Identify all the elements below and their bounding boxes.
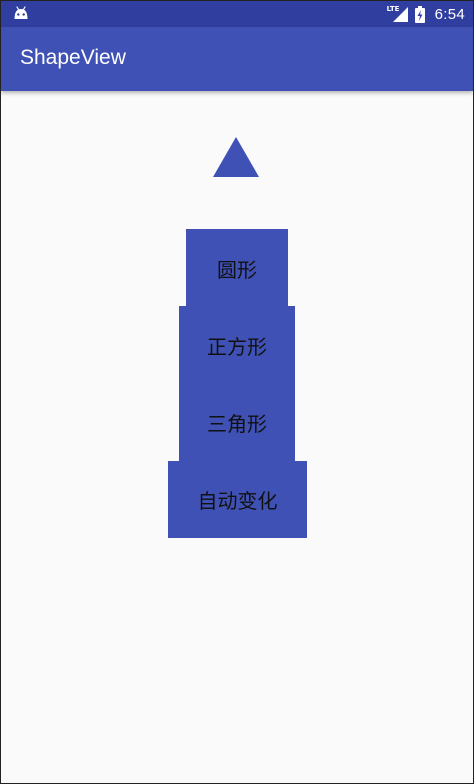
app-bar: ShapeView	[1, 27, 473, 91]
android-icon	[14, 6, 28, 19]
battery-charging-icon	[414, 5, 425, 23]
status-bar: LTE 6:54	[1, 1, 473, 27]
status-time: 6:54	[434, 5, 465, 23]
app-screen: LTE 6:54 ShapeView 圆形 正方形 三角形 自动变化	[0, 0, 474, 784]
square-button[interactable]: 正方形	[179, 306, 295, 384]
app-title: ShapeView	[20, 46, 126, 69]
circle-button[interactable]: 圆形	[186, 229, 288, 307]
lte-signal-icon: LTE	[387, 5, 409, 23]
triangle-button[interactable]: 三角形	[179, 383, 295, 462]
auto-change-button[interactable]: 自动变化	[168, 461, 307, 538]
status-icons: LTE 6:54	[387, 1, 465, 27]
shape-view-triangle	[213, 137, 259, 177]
